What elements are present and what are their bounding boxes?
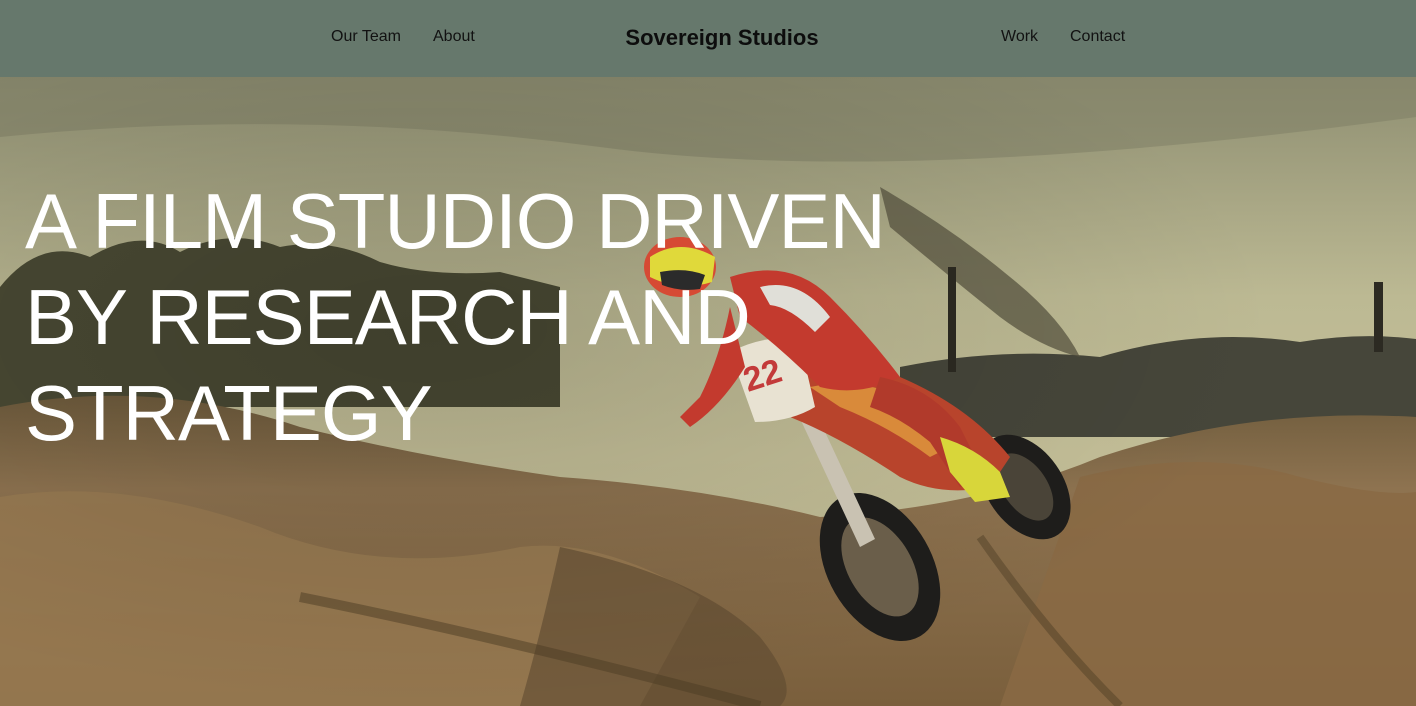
nav-link-about[interactable]: About: [433, 26, 475, 48]
hero-section: 22 A FILM STUDIO DRIVEN BY RESEARCH AND …: [0, 77, 1416, 706]
nav-link-our-team[interactable]: Our Team: [331, 26, 401, 48]
nav-link-contact[interactable]: Contact: [1070, 26, 1125, 48]
hero-headline-line-2: BY RESEARCH AND: [25, 273, 751, 361]
hero-headline-line-3: STRATEGY: [25, 369, 433, 457]
hero-headline-line-1: A FILM STUDIO DRIVEN: [25, 177, 886, 265]
brand-wrapper: Sovereign Studios: [14, 23, 1416, 53]
hero-headline: A FILM STUDIO DRIVEN BY RESEARCH AND STR…: [25, 173, 925, 461]
top-navbar: Our Team About Sovereign Studios Work Co…: [0, 0, 1416, 77]
nav-link-work[interactable]: Work: [1001, 26, 1038, 48]
brand-logo-text[interactable]: Sovereign Studios: [625, 25, 818, 50]
